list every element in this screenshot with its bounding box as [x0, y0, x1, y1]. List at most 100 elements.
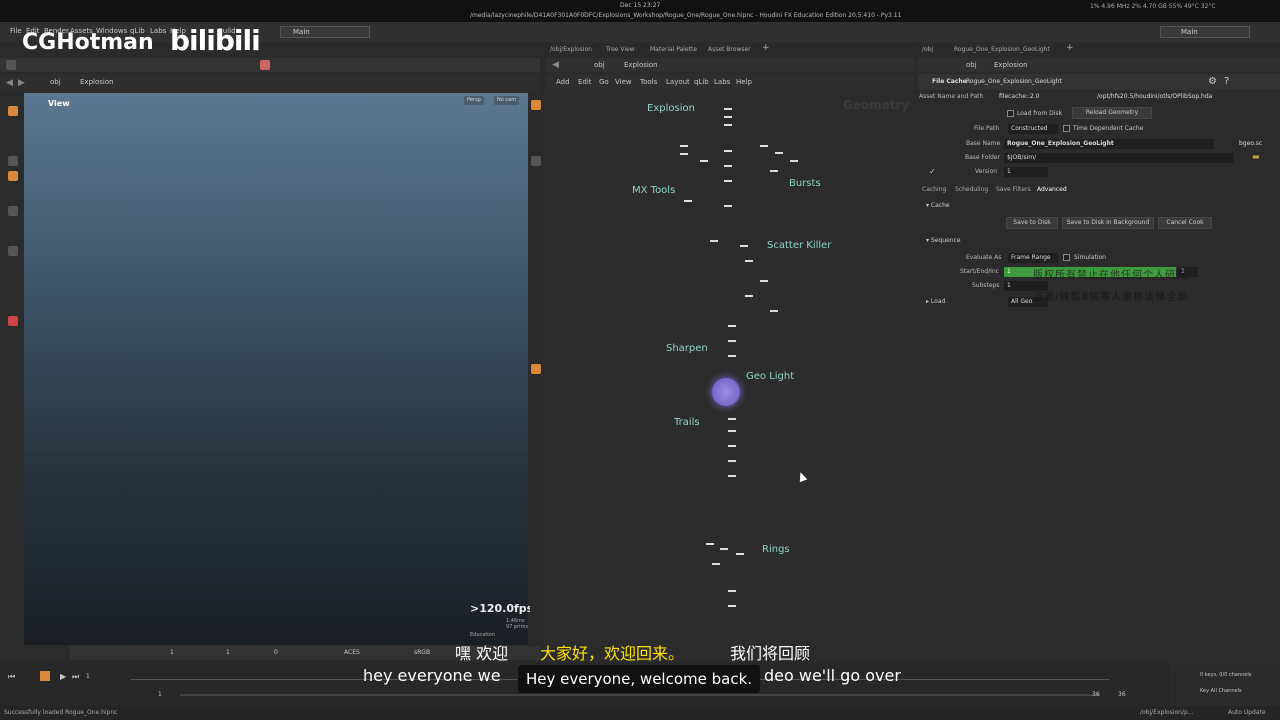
node[interactable]: [728, 475, 736, 477]
tab-obj-explosion[interactable]: /obj/Explosion: [550, 46, 592, 53]
handle-tool-icon[interactable]: [260, 60, 270, 70]
version-field[interactable]: 1: [1004, 167, 1048, 177]
asset-name-field[interactable]: filecache::2.0: [996, 92, 1086, 102]
node[interactable]: [712, 563, 720, 565]
help-icon[interactable]: ?: [1224, 76, 1229, 87]
node[interactable]: [728, 340, 736, 342]
netbox-rings[interactable]: Rings: [762, 544, 790, 555]
range-slider[interactable]: [180, 694, 1100, 696]
bottom-frame-2[interactable]: 1: [226, 649, 230, 656]
magnet-tool-icon[interactable]: [8, 316, 18, 326]
node[interactable]: [775, 152, 783, 154]
tab-tree-view[interactable]: Tree View: [606, 46, 635, 53]
desktop-selector-right[interactable]: Main: [1160, 26, 1250, 38]
node[interactable]: [736, 553, 744, 555]
par-path-network[interactable]: obj: [966, 61, 977, 69]
evaluate-as-dropdown[interactable]: Frame Range: [1008, 253, 1058, 263]
geo-light-node[interactable]: [712, 378, 740, 406]
node[interactable]: [770, 170, 778, 172]
par-path-node[interactable]: Explosion: [994, 61, 1028, 69]
color-space-label[interactable]: ACES: [344, 649, 360, 656]
node[interactable]: [740, 245, 748, 247]
net-menu-help[interactable]: Help: [736, 78, 752, 86]
version-check-icon[interactable]: ✓: [929, 167, 936, 176]
node[interactable]: [770, 310, 778, 312]
node[interactable]: [728, 430, 736, 432]
reload-geometry-button[interactable]: Reload Geometry: [1072, 107, 1152, 119]
base-folder-field[interactable]: $JOB/sim/: [1004, 153, 1234, 163]
netbox-geo-light[interactable]: Geo Light: [746, 371, 794, 382]
forward-arrow-icon[interactable]: ▶: [18, 78, 25, 88]
snap-icon[interactable]: [531, 364, 541, 374]
key-all-channels-button[interactable]: Key All Channels: [1200, 688, 1242, 694]
base-name-field[interactable]: Rogue_One_Explosion_GeoLight: [1004, 139, 1214, 149]
auto-update-button[interactable]: Auto Update: [1228, 709, 1266, 716]
back-arrow-icon[interactable]: ◀: [6, 78, 13, 88]
node[interactable]: [760, 145, 768, 147]
save-to-disk-bg-button[interactable]: Save to Disk in Background: [1062, 217, 1154, 229]
node[interactable]: [724, 108, 732, 110]
3d-viewport[interactable]: [24, 93, 528, 645]
net-menu-edit[interactable]: Edit: [578, 78, 592, 86]
node[interactable]: [728, 590, 736, 592]
node[interactable]: [728, 445, 736, 447]
subtab-advanced[interactable]: Advanced: [1037, 186, 1067, 193]
node[interactable]: [680, 153, 688, 155]
file-path-dropdown[interactable]: Constructed: [1008, 124, 1058, 134]
scale-tool-icon[interactable]: [8, 206, 18, 216]
subtab-save-filters[interactable]: Save Filters: [996, 186, 1031, 193]
cache-section-header[interactable]: ▾ Cache: [926, 202, 950, 209]
bottom-frame-3[interactable]: 0: [274, 649, 278, 656]
network-editor[interactable]: [546, 92, 914, 644]
path-node[interactable]: Explosion: [80, 78, 114, 86]
netbox-mx-tools[interactable]: MX Tools: [632, 185, 675, 196]
node[interactable]: [728, 460, 736, 462]
netbox-trails[interactable]: Trails: [674, 417, 700, 428]
node[interactable]: [760, 280, 768, 282]
base-name-ext[interactable]: bgeo.sc: [1236, 139, 1266, 149]
gear-icon[interactable]: ⚙: [1208, 76, 1217, 87]
range-start[interactable]: 1: [158, 691, 162, 698]
add-tab-icon[interactable]: +: [762, 43, 770, 53]
node[interactable]: [720, 548, 728, 550]
netbox-scatter-killer[interactable]: Scatter Killer: [767, 240, 831, 251]
netbox-explosion[interactable]: Explosion: [647, 103, 695, 114]
goto-start-icon[interactable]: ⏮: [8, 672, 15, 682]
node[interactable]: [745, 295, 753, 297]
pose-tool-icon[interactable]: [8, 246, 18, 256]
lighting-icon[interactable]: [531, 156, 541, 166]
node[interactable]: [710, 240, 718, 242]
node[interactable]: [728, 325, 736, 327]
menu-file[interactable]: File: [10, 27, 22, 35]
net-path-node[interactable]: Explosion: [624, 61, 658, 69]
cancel-cook-button[interactable]: Cancel Cook: [1158, 217, 1212, 229]
tab-material-palette[interactable]: Material Palette: [650, 46, 697, 53]
node[interactable]: [724, 124, 732, 126]
desktop-selector-left[interactable]: Main: [280, 26, 370, 38]
net-menu-labs[interactable]: Labs: [714, 78, 730, 86]
net-menu-go[interactable]: Go: [599, 78, 609, 86]
node[interactable]: [728, 355, 736, 357]
net-menu-tools[interactable]: Tools: [640, 78, 657, 86]
display-options-icon[interactable]: [531, 100, 541, 110]
net-menu-layout[interactable]: Layout: [666, 78, 690, 86]
tab-obj[interactable]: /obj: [922, 46, 933, 53]
load-section-header[interactable]: ▸ Load: [926, 298, 945, 305]
node[interactable]: [680, 145, 688, 147]
net-menu-add[interactable]: Add: [556, 78, 570, 86]
node[interactable]: [700, 160, 708, 162]
global-end[interactable]: 36: [1118, 691, 1126, 698]
range-end[interactable]: 36: [1092, 691, 1100, 698]
play-icon[interactable]: ▶: [60, 672, 66, 681]
time-dependent-checkbox[interactable]: [1063, 125, 1070, 132]
node[interactable]: [745, 260, 753, 262]
srgb-label[interactable]: sRGB: [414, 649, 430, 656]
camera-nocam-chip[interactable]: No cam: [494, 96, 520, 105]
subtab-scheduling[interactable]: Scheduling: [955, 186, 988, 193]
camera-persp-chip[interactable]: Persp: [464, 96, 484, 105]
current-frame[interactable]: 1: [86, 673, 90, 680]
net-menu-view[interactable]: View: [615, 78, 632, 86]
tab-geolight-node[interactable]: Rogue_One_Explosion_GeoLight: [954, 46, 1050, 53]
simulation-checkbox[interactable]: [1063, 254, 1070, 261]
node[interactable]: [724, 150, 732, 152]
